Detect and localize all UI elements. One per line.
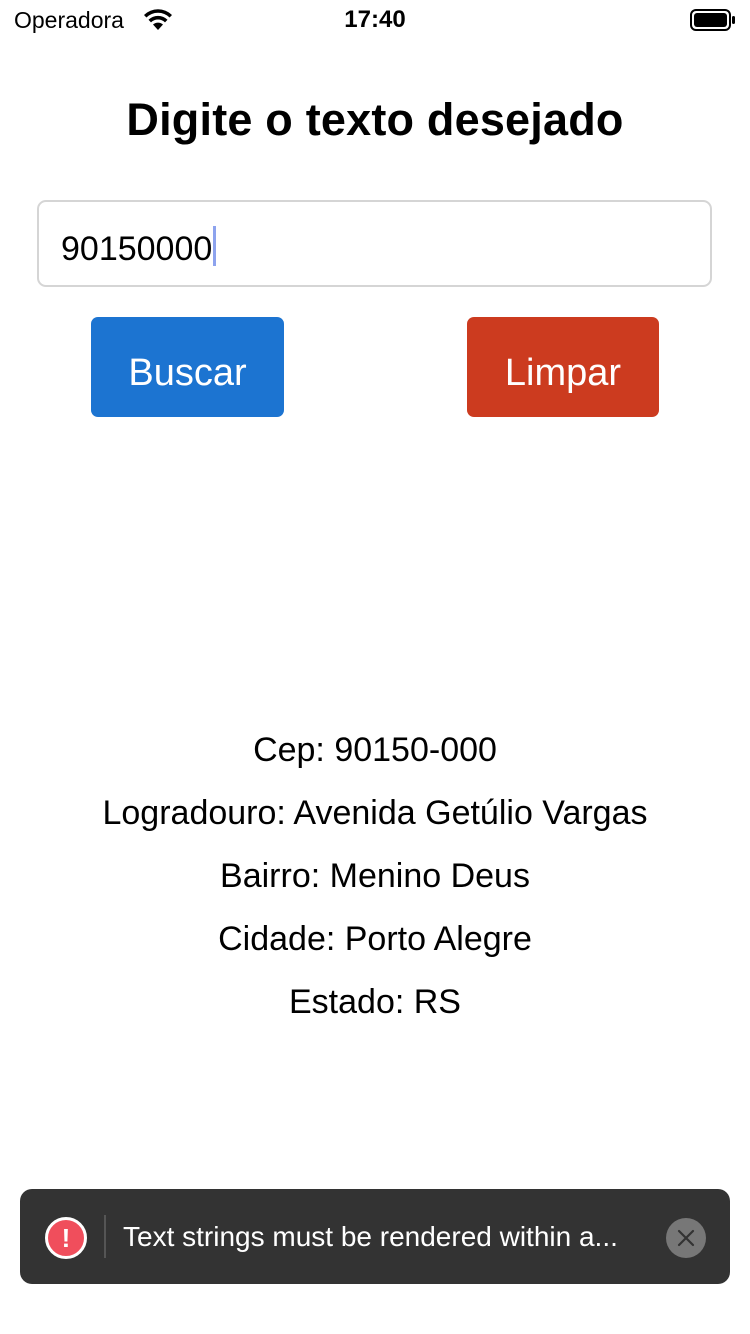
search-button[interactable]: Buscar — [91, 317, 284, 417]
error-toast[interactable]: ! Text strings must be rendered within a… — [20, 1189, 730, 1284]
toast-divider — [104, 1215, 106, 1258]
text-caret — [213, 226, 217, 266]
close-icon[interactable] — [666, 1218, 706, 1258]
toast-message: Text strings must be rendered within a..… — [123, 1221, 618, 1252]
search-input[interactable]: 90150000 — [37, 200, 712, 287]
result-bairro: Bairro: Menino Deus — [220, 857, 530, 895]
status-bar: Operadora 17:40 — [0, 0, 750, 40]
result-estado: Estado: RS — [289, 983, 461, 1021]
app-screen: Operadora 17:40 Digite o texto desejado … — [0, 0, 750, 1334]
result-logradouro: Logradouro: Avenida Getúlio Vargas — [102, 794, 648, 832]
result-cep: Cep: 90150-000 — [253, 731, 497, 769]
result-cidade: Cidade: Porto Alegre — [218, 920, 532, 958]
error-icon: ! — [45, 1217, 87, 1259]
page-title: Digite o texto desejado — [126, 94, 624, 145]
battery-icon — [690, 8, 736, 32]
search-input-value: 90150000 — [61, 230, 213, 268]
search-input-value-wrap: 90150000 — [61, 226, 217, 269]
address-result: Cep: 90150-000 Logradouro: Avenida Getúl… — [0, 726, 750, 1041]
clear-button[interactable]: Limpar — [467, 317, 659, 417]
status-clock: 17:40 — [344, 6, 406, 33]
